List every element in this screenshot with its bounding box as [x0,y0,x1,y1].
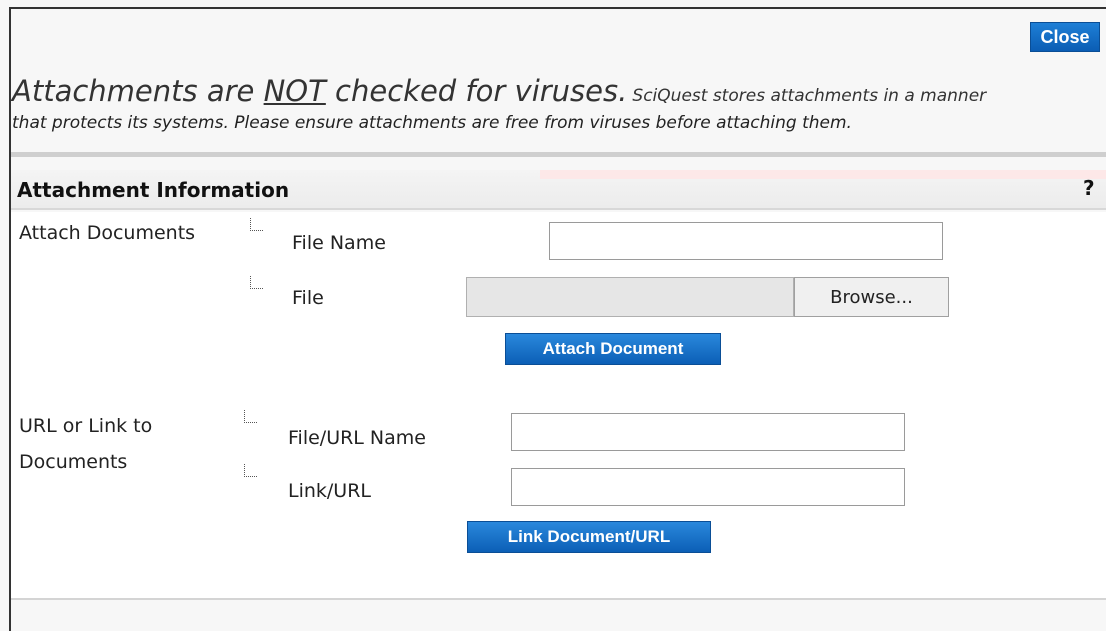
file-name-input[interactable] [549,222,943,260]
attach-document-button[interactable]: Attach Document [505,333,721,365]
section-title: Attachment Information [17,178,290,202]
url-link-label-line2: Documents [19,451,128,473]
attach-documents-label: Attach Documents [19,222,196,244]
header-accent [540,170,1106,179]
warning-headline: Attachments are NOT checked for viruses. [12,74,628,108]
file-path-field[interactable] [466,277,794,317]
tree-connector-icon [250,218,263,231]
help-icon[interactable]: ? [1083,176,1095,200]
tree-connector-icon [244,410,257,423]
form-bottom-border [11,598,1106,600]
file-url-name-input[interactable] [511,413,905,451]
url-link-label-line1: URL or Link to [19,415,153,437]
link-document-button[interactable]: Link Document/URL [467,521,711,553]
file-name-label: File Name [292,232,386,254]
warning-detail-1: SciQuest stores attachments in a manner [632,86,987,106]
tree-connector-icon [250,276,263,289]
warning-detail-2: that protects its systems. Please ensure… [12,113,852,133]
file-url-name-label: File/URL Name [288,427,426,449]
close-button[interactable]: Close [1030,22,1100,52]
file-label: File [292,287,324,309]
warning-emphasis: NOT [263,74,326,108]
virus-warning: Attachments are NOT checked for viruses.… [12,74,1092,134]
browse-button[interactable]: Browse... [794,277,949,317]
separator [11,152,1106,157]
tree-connector-icon [244,464,257,477]
link-url-input[interactable] [511,468,905,506]
link-url-label: Link/URL [288,480,372,502]
